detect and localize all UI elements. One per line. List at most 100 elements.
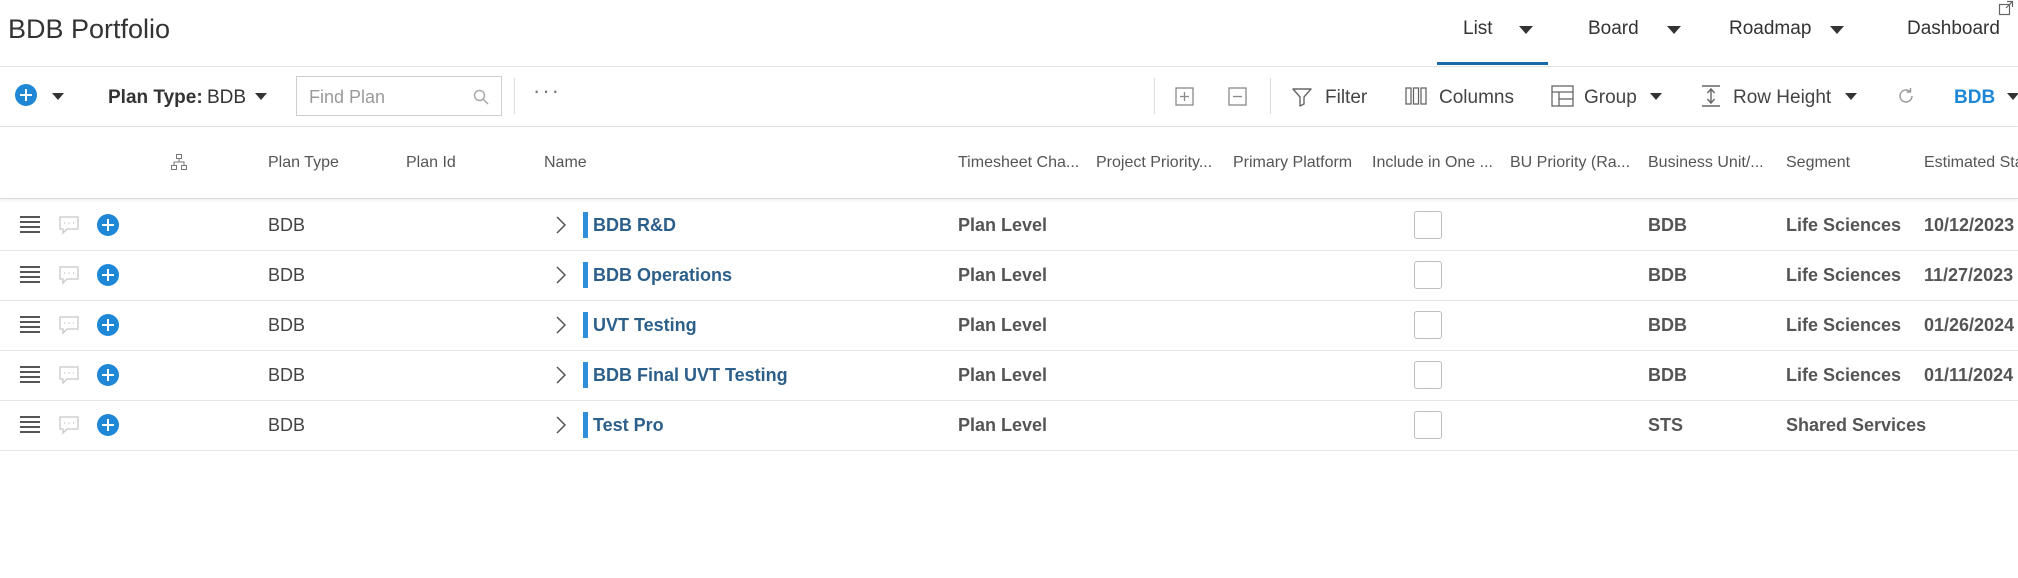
group-button[interactable]: Group [1584, 87, 1637, 109]
col-estimated-start[interactable]: Estimated Sta [1924, 154, 2018, 172]
toolbar-divider [1270, 78, 1271, 114]
cell-estimated-start: 11/27/2023 [1924, 265, 2014, 285]
row-height-icon[interactable] [1700, 84, 1722, 108]
cell-business-unit: STS [1648, 415, 1684, 435]
col-bu-priority[interactable]: BU Priority (Ra... [1510, 154, 1630, 172]
top-header: BDB Portfolio List Board Roadmap Dashboa… [0, 0, 2018, 67]
plan-name-link[interactable]: UVT Testing [593, 315, 697, 336]
cell-segment: Life Sciences [1786, 315, 1902, 335]
expand-icon[interactable] [1998, 0, 2014, 16]
cell-segment: Shared Services [1786, 415, 1927, 435]
cell-timesheet: Plan Level [958, 415, 1048, 435]
plan-type-dropdown-icon[interactable] [255, 93, 267, 100]
col-include-in-one[interactable]: Include in One ... [1372, 154, 1493, 172]
row-menu-icon[interactable] [20, 316, 40, 334]
roadmap-view-dropdown-icon[interactable] [1830, 26, 1844, 34]
cell-estimated-start: 10/12/2023 [1924, 215, 2015, 235]
col-business-unit[interactable]: Business Unit/... [1648, 154, 1764, 172]
col-plan-type[interactable]: Plan Type [268, 154, 339, 172]
cell-plan-type: BDB [268, 415, 306, 435]
col-segment[interactable]: Segment [1786, 154, 1850, 172]
cell-business-unit: BDB [1648, 215, 1687, 235]
plan-name-link[interactable]: BDB R&D [593, 215, 676, 236]
search-input[interactable] [307, 85, 461, 109]
comment-icon[interactable] [58, 265, 80, 285]
row-menu-icon[interactable] [20, 416, 40, 434]
include-checkbox[interactable] [1414, 211, 1442, 239]
toolbar: Plan Type: BDB ··· Filter Columns Group [0, 66, 2018, 127]
row-menu-icon[interactable] [20, 266, 40, 284]
plan-color-bar [583, 412, 588, 438]
table-row[interactable]: BDB BDB Operations Plan Level BDB Life S… [0, 250, 2018, 301]
tab-dashboard[interactable]: Dashboard [1907, 18, 2000, 40]
filter-button[interactable]: Filter [1325, 87, 1367, 109]
refresh-icon[interactable] [1896, 86, 1916, 106]
filter-icon[interactable] [1291, 86, 1313, 108]
row-height-dropdown-icon[interactable] [1845, 93, 1857, 100]
col-timesheet[interactable]: Timesheet Cha... [958, 154, 1079, 172]
comment-icon[interactable] [58, 315, 80, 335]
cell-plan-type: BDB [268, 365, 306, 385]
plan-type-label: Plan Type: [108, 87, 203, 108]
add-child-button[interactable] [97, 414, 119, 436]
row-menu-icon[interactable] [20, 216, 40, 234]
plan-color-bar [583, 362, 588, 388]
col-project-priority[interactable]: Project Priority... [1096, 154, 1212, 172]
add-child-button[interactable] [97, 264, 119, 286]
chevron-right-icon[interactable] [555, 415, 567, 435]
columns-button[interactable]: Columns [1439, 87, 1514, 109]
chevron-right-icon[interactable] [555, 365, 567, 385]
expand-all-icon[interactable] [1175, 87, 1194, 106]
row-menu-icon[interactable] [20, 366, 40, 384]
hierarchy-icon[interactable] [171, 154, 187, 170]
collapse-all-icon[interactable] [1228, 87, 1247, 106]
bdb-view-selector[interactable]: BDB [1954, 87, 1995, 109]
include-checkbox[interactable] [1414, 261, 1442, 289]
include-checkbox[interactable] [1414, 411, 1442, 439]
include-checkbox[interactable] [1414, 361, 1442, 389]
tab-list[interactable]: List [1463, 18, 1493, 40]
table-row[interactable]: BDB BDB Final UVT Testing Plan Level BDB… [0, 350, 2018, 401]
add-dropdown-icon[interactable] [52, 93, 64, 100]
cell-business-unit: BDB [1648, 365, 1687, 385]
table-row[interactable]: BDB Test Pro Plan Level STS Shared Servi… [0, 400, 2018, 451]
add-child-button[interactable] [97, 364, 119, 386]
table-row[interactable]: BDB BDB R&D Plan Level BDB Life Sciences… [0, 200, 2018, 251]
comment-icon[interactable] [58, 365, 80, 385]
comment-icon[interactable] [58, 215, 80, 235]
col-primary-platform[interactable]: Primary Platform [1233, 154, 1352, 172]
columns-icon[interactable] [1405, 86, 1427, 106]
more-options-button[interactable]: ··· [533, 78, 561, 104]
plan-name-link[interactable]: BDB Operations [593, 265, 732, 286]
add-child-button[interactable] [97, 314, 119, 336]
cell-plan-type: BDB [268, 315, 306, 335]
plan-type-value[interactable]: BDB [207, 87, 246, 109]
row-height-button[interactable]: Row Height [1733, 87, 1831, 109]
plan-name-link[interactable]: BDB Final UVT Testing [593, 365, 788, 386]
tab-board[interactable]: Board [1588, 18, 1639, 40]
list-view-dropdown-icon[interactable] [1519, 26, 1533, 34]
active-tab-indicator [1437, 62, 1548, 65]
add-child-button[interactable] [97, 214, 119, 236]
cell-segment: Life Sciences [1786, 265, 1902, 285]
col-plan-id[interactable]: Plan Id [406, 154, 456, 172]
cell-estimated-start: 01/11/2024 [1924, 365, 2014, 385]
toolbar-divider [1154, 78, 1155, 114]
board-view-dropdown-icon[interactable] [1667, 26, 1681, 34]
bdb-dropdown-icon[interactable] [2007, 93, 2018, 100]
add-plan-button[interactable] [15, 84, 37, 106]
table-row[interactable]: BDB UVT Testing Plan Level BDB Life Scie… [0, 300, 2018, 351]
group-icon[interactable] [1551, 85, 1574, 107]
chevron-right-icon[interactable] [555, 215, 567, 235]
include-checkbox[interactable] [1414, 311, 1442, 339]
search-icon[interactable] [473, 89, 489, 105]
toolbar-divider [514, 78, 515, 114]
plan-name-link[interactable]: Test Pro [593, 415, 664, 436]
chevron-right-icon[interactable] [555, 315, 567, 335]
tab-roadmap[interactable]: Roadmap [1729, 18, 1811, 40]
group-dropdown-icon[interactable] [1650, 93, 1662, 100]
chevron-right-icon[interactable] [555, 265, 567, 285]
col-name[interactable]: Name [544, 154, 587, 172]
comment-icon[interactable] [58, 415, 80, 435]
column-header-row: Plan Type Plan Id Name Timesheet Cha... … [0, 127, 2018, 199]
